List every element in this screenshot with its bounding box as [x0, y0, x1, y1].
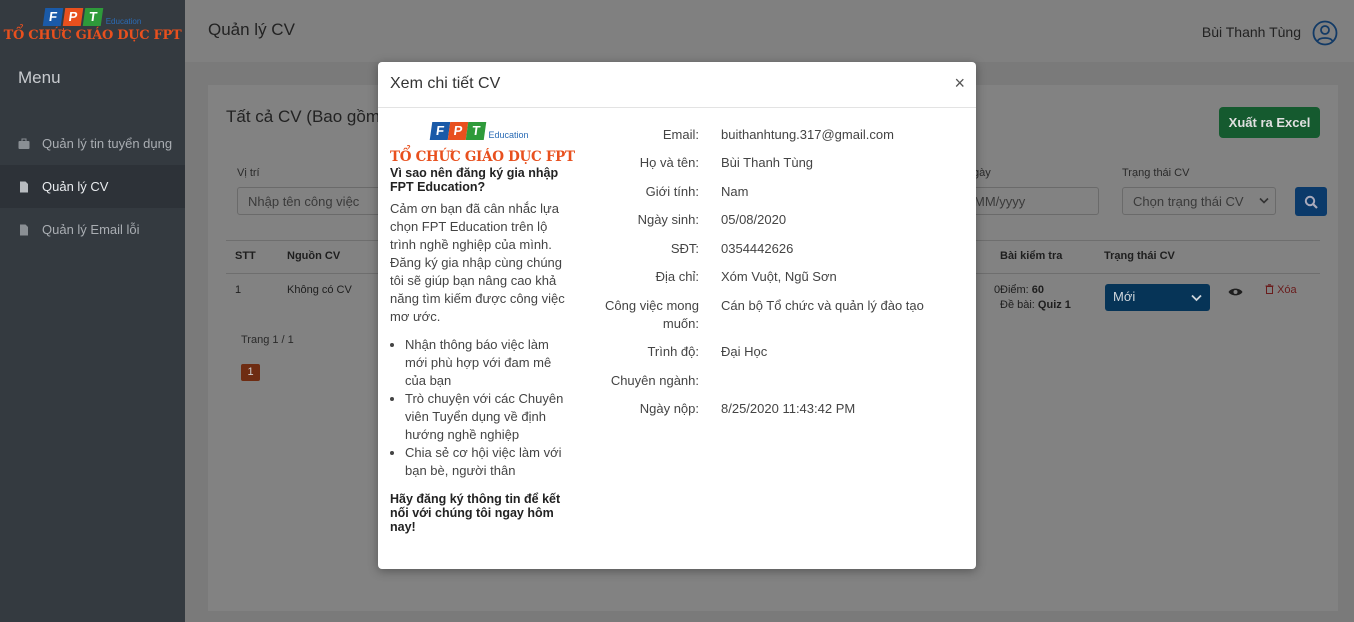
detail-label: Họ và tên: [639, 155, 699, 170]
status-filter-select[interactable]: Chọn trạng thái CV [1122, 187, 1276, 215]
top-bar: Quản lý CV Bùi Thanh Tùng [185, 0, 1354, 62]
brand-org-name: TỔ CHỨC GIÁO DỤC FPT [3, 28, 182, 43]
detail-label: SĐT: [670, 241, 699, 256]
row-status-select[interactable]: Mới [1105, 284, 1210, 311]
detail-label: Email: [662, 127, 699, 142]
sidebar-item-label: Quản lý tin tuyển dụng [42, 136, 173, 151]
cell-exam: Đề bài: Quiz 1 [1000, 299, 1071, 311]
modal-logo: F P T Education [390, 122, 570, 140]
sidebar-item-label: Quản lý CV [42, 179, 109, 194]
detail-value: 8/25/2020 11:43:42 PM [721, 401, 856, 416]
export-excel-button[interactable]: Xuất ra Excel [1219, 107, 1320, 138]
user-avatar-icon[interactable] [1312, 20, 1338, 46]
briefcase-icon [18, 138, 30, 149]
delete-label: Xóa [1277, 284, 1297, 296]
sidebar-item-cv[interactable]: Quản lý CV [0, 165, 185, 208]
cv-detail-modal: Xem chi tiết CV × F P T Education TỔ CHỨ… [378, 62, 976, 569]
cell-stt: 1 [235, 284, 242, 296]
logo-letter-t: T [466, 122, 487, 140]
detail-value: Bùi Thanh Tùng [721, 155, 814, 170]
col-header-status: Trạng thái CV [1104, 250, 1175, 262]
brand-logo[interactable]: F P T Education TỔ CHỨC GIÁO DỤC FPT [0, 0, 185, 62]
fpt-logo-mark: F P T Education [430, 122, 529, 140]
menu-title: Menu [18, 68, 61, 87]
sidebar-item-email-errors[interactable]: Quản lý Email lỗi [0, 208, 185, 251]
logo-letter-f: F [42, 8, 63, 26]
file-icon [20, 224, 28, 235]
position-input[interactable]: Nhập tên công việc [237, 187, 387, 215]
score-value: 60 [1031, 284, 1045, 296]
logo-education-text: Education [105, 17, 142, 26]
pagination-info: Trang 1 / 1 [241, 334, 294, 346]
detail-label: Chuyên ngành: [610, 373, 699, 388]
promo-benefits-list: Nhận thông báo việc làm mới phù hợp với … [390, 336, 570, 480]
row-status-value: Mới [1113, 289, 1136, 304]
modal-title: Xem chi tiết CV [390, 75, 501, 92]
trash-icon [1265, 284, 1274, 294]
detail-value: Đại Học [721, 344, 768, 359]
sidebar-item-label: Quản lý Email lỗi [42, 222, 140, 237]
promo-org-name: TỔ CHỨC GIÁO DỤC FPT [390, 149, 575, 165]
sidebar-item-job-posts[interactable]: Quản lý tin tuyển dụng [0, 122, 185, 165]
file-icon [20, 181, 28, 192]
page-title: Quản lý CV [208, 20, 295, 39]
chevron-down-icon [1259, 197, 1269, 204]
search-icon [1304, 195, 1318, 209]
logo-letter-p: P [62, 8, 83, 26]
exam-value: Quiz 1 [1037, 299, 1071, 311]
delete-button[interactable]: Xóa [1265, 284, 1297, 296]
fpt-logo-mark: F P T Education [42, 8, 142, 26]
status-filter-label: Trạng thái CV [1122, 167, 1190, 179]
promo-paragraph: Cảm ơn bạn đã cân nhắc lựa chọn FPT Educ… [390, 201, 565, 324]
detail-label: Ngày sinh: [637, 212, 699, 227]
search-button[interactable] [1295, 187, 1327, 216]
logo-letter-t: T [82, 8, 103, 26]
chevron-down-icon [1191, 294, 1202, 302]
col-header-test: Bài kiểm tra [1000, 250, 1063, 262]
promo-cta: Hãy đăng ký thông tin để kết nối với chú… [390, 492, 561, 534]
modal-header: Xem chi tiết CV × [378, 62, 976, 108]
detail-value: 05/08/2020 [721, 212, 787, 227]
exam-label: Đề bài: [1000, 299, 1035, 311]
list-item: Nhận thông báo việc làm mới phù hợp với … [405, 336, 570, 390]
detail-label: Ngày nộp: [639, 401, 699, 416]
close-icon[interactable]: × [954, 73, 965, 93]
date-input[interactable]: MM/yyyy [963, 187, 1099, 215]
promo-question: Vì sao nên đăng ký gia nhập FPT Educatio… [390, 166, 559, 194]
eye-icon[interactable] [1228, 287, 1243, 297]
detail-value: Cán bộ Tổ chức và quản lý đào tạo [721, 298, 924, 313]
detail-label: Trình độ: [647, 344, 699, 359]
detail-value: 0354442626 [721, 241, 794, 256]
status-filter-value: Chọn trạng thái CV [1133, 194, 1244, 209]
user-name[interactable]: Bùi Thanh Tùng [1202, 24, 1301, 40]
card-title: Tất cả CV (Bao gồm [226, 107, 381, 126]
detail-value: Xóm Vuột, Ngũ Sơn [721, 269, 837, 284]
position-label: Vị trí [237, 167, 260, 179]
detail-value: Nam [721, 184, 749, 199]
sidebar: F P T Education TỔ CHỨC GIÁO DỤC FPT Men… [0, 0, 185, 622]
pagination-page-1[interactable]: 1 [241, 364, 260, 381]
detail-label: Công việc mong muốn: [605, 298, 699, 331]
logo-education-text: Education [488, 130, 529, 140]
list-item: Trò chuyện với các Chuyên viên Tuyển dụn… [405, 390, 570, 444]
promo-panel: F P T Education TỔ CHỨC GIÁO DỤC FPT Vì … [390, 122, 575, 534]
score-label: Điểm: [1000, 284, 1029, 296]
detail-label: Giới tính: [645, 184, 699, 199]
cell-source[interactable]: Không có CV [287, 284, 352, 296]
detail-label: Địa chỉ: [655, 269, 699, 284]
col-header-stt: STT [235, 250, 256, 262]
col-header-source: Nguồn CV [287, 250, 341, 262]
cell-score: Điểm: 60 [1000, 284, 1044, 296]
list-item: Chia sẻ cơ hội việc làm với bạn bè, ngườ… [405, 444, 570, 480]
detail-value: buithanhtung.317@gmail.com [721, 127, 894, 142]
